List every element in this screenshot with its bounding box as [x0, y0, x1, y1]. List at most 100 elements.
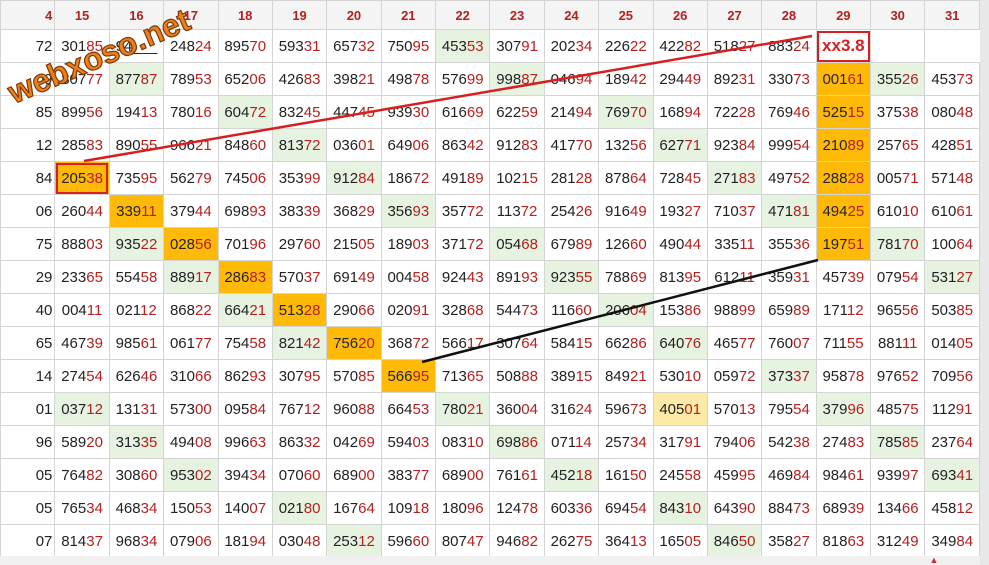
number-cell: 59673: [598, 392, 654, 426]
number-tail: 61: [521, 466, 538, 484]
number-head: 021: [278, 499, 304, 517]
number-head: 471: [768, 202, 794, 220]
number-tail: 89: [847, 136, 865, 154]
number-cell: 26275: [543, 524, 600, 558]
number-head: 649: [387, 136, 413, 154]
number-tail: 03: [412, 433, 430, 451]
number-tail: 60: [303, 235, 321, 253]
number-tail: 45: [358, 103, 375, 121]
number-cell: 82142: [271, 326, 328, 360]
number-head: 383: [278, 202, 304, 220]
number-cell: 25765: [869, 128, 926, 162]
number-cell: 45812: [924, 491, 980, 525]
number-cell: 57013: [706, 392, 763, 426]
number-head: 596: [604, 400, 630, 418]
column-header-7: 21: [380, 0, 437, 30]
table-row: 85 89956 19413 78016 60472 83245 44745 93930 616…: [0, 95, 980, 129]
number-head: 999: [768, 136, 794, 154]
number-tail: 58: [140, 268, 158, 286]
number-head: 818: [822, 532, 848, 550]
number-head: 124: [496, 499, 522, 517]
number-tail: 28: [303, 301, 321, 319]
number-tail: 72: [738, 367, 756, 385]
number-tail: 72: [412, 169, 430, 187]
horizontal-scrollbar[interactable]: [0, 556, 980, 565]
number-head: 689: [333, 466, 359, 484]
number-head: 542: [768, 433, 794, 451]
number-head: 004: [387, 268, 413, 286]
number-tail: 84: [249, 400, 267, 418]
number-head: 215: [333, 235, 359, 253]
number-head: 281: [550, 169, 576, 187]
number-tail: 30: [412, 103, 430, 121]
number-cell: 81395: [652, 260, 708, 294]
number-cell: 58415: [543, 326, 600, 360]
number-cell: 50385: [924, 293, 980, 327]
number-head: 355: [768, 235, 794, 253]
number-cell: 78170: [869, 227, 926, 261]
vertical-scrollbar[interactable]: [980, 0, 989, 565]
row-prefix-cell: 09: [0, 62, 56, 96]
number-tail: 52: [901, 367, 919, 385]
number-cell: 79554: [761, 392, 817, 426]
scroll-up-arrow-icon[interactable]: ▲: [927, 556, 941, 565]
table-row: 01 03712 13131 57300 09584 76712 96088 66453 780…: [0, 392, 980, 426]
number-tail: 61: [956, 202, 974, 220]
number-tail: 27: [793, 532, 810, 550]
number-head: 795: [768, 400, 794, 418]
number-tail: 00: [466, 466, 484, 484]
number-head: 603: [550, 499, 576, 517]
table-row: 14 27454 62646 31066 86293 30795 57085 56695 713…: [0, 359, 980, 393]
number-head: 610: [931, 202, 957, 220]
number-tail: 53: [412, 400, 430, 418]
number-head: 862: [224, 367, 250, 385]
number-cell: 05972: [706, 359, 763, 393]
number-tail: 77: [738, 334, 756, 352]
number-cell: 89193: [489, 260, 545, 294]
number-head: 153: [659, 301, 685, 319]
number-tail: 58: [684, 466, 702, 484]
number-cell: 59403: [380, 425, 437, 459]
number-head: 465: [713, 334, 739, 352]
number-tail: 73: [521, 301, 538, 319]
number-cell: 08310: [434, 425, 491, 459]
column-header-14: 28: [761, 0, 817, 30]
number-cell: 39821: [326, 62, 382, 96]
number-cell: 72228: [706, 95, 763, 129]
number-cell: 59331: [271, 29, 328, 63]
number-tail: 89: [575, 235, 593, 253]
number-tail: 97: [901, 466, 919, 484]
number-head: 206: [604, 301, 630, 319]
number-tail: 53: [466, 37, 484, 55]
number-tail: 24: [194, 37, 212, 55]
number-head: 079: [876, 268, 902, 286]
number-cell: 30860: [108, 458, 165, 492]
row-prefix-cell: 40: [0, 293, 56, 327]
number-tail: 11: [141, 202, 157, 220]
number-cell: 27483: [815, 425, 872, 459]
number-head: 274: [822, 433, 848, 451]
number-head: 210: [822, 136, 848, 154]
number-cell: 23764: [924, 425, 980, 459]
number-head: 046: [550, 70, 576, 88]
number-tail: 91: [412, 301, 430, 319]
number-head: 469: [768, 466, 794, 484]
number-cell: 46984: [761, 458, 817, 492]
number-cell: 62771: [652, 128, 708, 162]
number-head: 307: [496, 37, 522, 55]
number-head: 059: [713, 367, 739, 385]
number-tail: 94: [684, 103, 702, 121]
number-tail: 85: [358, 367, 375, 385]
number-cell: 02180: [271, 491, 328, 525]
number-head: 576: [441, 70, 467, 88]
number-tail: 54: [86, 367, 103, 385]
number-cell: 78585: [869, 425, 926, 459]
number-head: 912: [496, 136, 522, 154]
number-cell: 65732: [326, 29, 382, 63]
number-cell: 00571: [869, 161, 926, 195]
number-tail: 38: [86, 169, 103, 187]
number-cell: 65989: [761, 293, 817, 327]
number-cell: 25312: [326, 524, 382, 558]
number-tail: 22: [629, 37, 647, 55]
number-tail: 21: [249, 301, 267, 319]
